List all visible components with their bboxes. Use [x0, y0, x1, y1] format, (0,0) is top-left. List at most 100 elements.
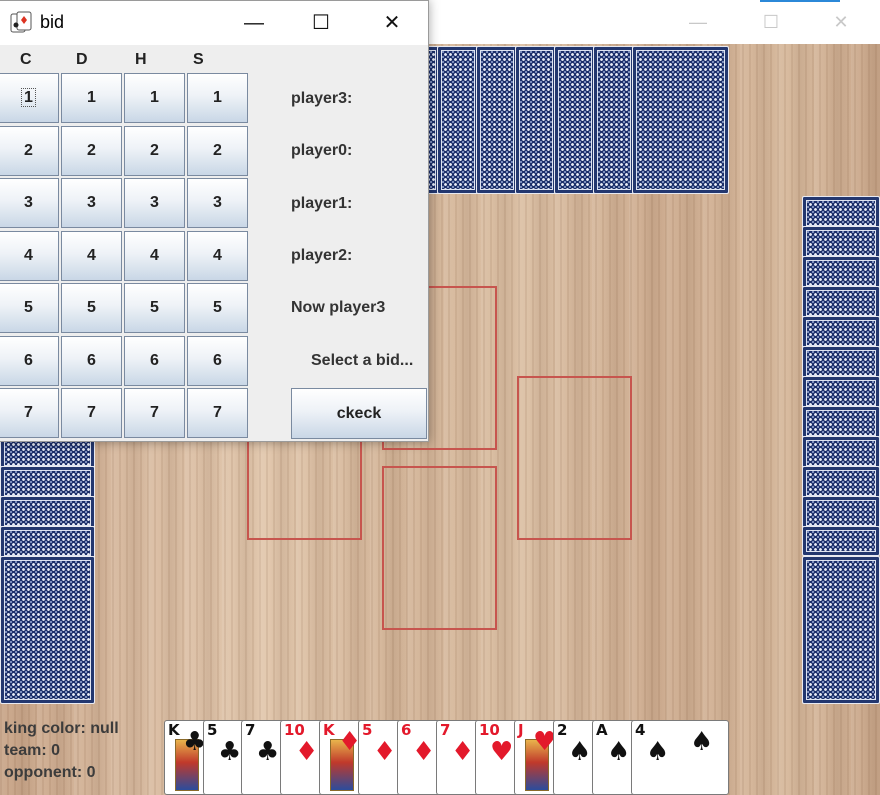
bid-button-label: 6: [87, 351, 96, 369]
main-close-button[interactable]: ✕: [826, 8, 856, 36]
bid-button-h-7[interactable]: 7: [124, 388, 185, 438]
dialog-close-button[interactable]: ✕: [376, 9, 408, 37]
bid-button-label: 4: [150, 246, 159, 264]
hand-card[interactable]: 4 ♠ ♠: [631, 720, 729, 795]
bid-button-label: 3: [87, 194, 96, 211]
bid-button-d-7[interactable]: 7: [61, 388, 122, 438]
bid-button-h-4[interactable]: 4: [124, 230, 185, 281]
card-rank: K: [323, 721, 335, 739]
bid-button-c-1[interactable]: 1: [0, 73, 59, 123]
bid-button-c-5[interactable]: 5: [0, 283, 59, 333]
card-back: [632, 46, 729, 194]
bid-dialog: bid — ☐ ✕ C D H S 1 1 1 1 2 2 2 2 3 3 3 3 4 4 4 4 5 5 5 5 6 6 6 6 7…: [0, 0, 429, 442]
bid-button-label: 6: [24, 351, 33, 369]
card-back: [802, 226, 880, 260]
bid-button-d-1[interactable]: 1: [61, 73, 122, 123]
card-back: [802, 346, 880, 380]
bid-button-label: 1: [150, 89, 159, 106]
bid-button-label: 4: [24, 246, 33, 264]
bid-button-label: 2: [213, 141, 222, 159]
card-back: [802, 466, 880, 500]
hand-card[interactable]: 6 ♦: [397, 720, 441, 795]
bid-button-d-2[interactable]: 2: [61, 125, 122, 176]
hand-card[interactable]: 5 ♦: [358, 720, 402, 795]
hand-card[interactable]: A ♠: [592, 720, 636, 795]
bid-button-label: 3: [24, 194, 33, 211]
bid-button-s-5[interactable]: 5: [187, 283, 248, 333]
bid-button-h-5[interactable]: 5: [124, 283, 185, 333]
hand-card[interactable]: 10 ♦: [280, 720, 324, 795]
bid-button-label: 2: [150, 141, 159, 159]
bid-button-s-6[interactable]: 6: [187, 335, 248, 386]
card-rank: J: [518, 721, 524, 739]
king-color-label: king color: null: [4, 720, 119, 737]
hand-card[interactable]: 10 ♥: [475, 720, 519, 795]
bid-button-h-2[interactable]: 2: [124, 125, 185, 176]
bid-button-d-5[interactable]: 5: [61, 283, 122, 333]
bid-button-label: 6: [150, 351, 159, 369]
bid-button-label: 7: [24, 404, 33, 421]
card-back: [437, 46, 479, 194]
card-back: [0, 526, 95, 560]
bid-button-h-3[interactable]: 3: [124, 178, 185, 228]
bid-button-s-4[interactable]: 4: [187, 230, 248, 281]
hand-card[interactable]: 2 ♠: [553, 720, 597, 795]
card-back: [802, 376, 880, 410]
bid-button-label: 5: [213, 299, 222, 316]
card-suit-icon: ♠: [646, 737, 670, 767]
bid-button-c-6[interactable]: 6: [0, 335, 59, 386]
card-back: [802, 556, 880, 704]
card-rank: 6: [401, 721, 412, 739]
bid-button-c-7[interactable]: 7: [0, 388, 59, 438]
card-suit-icon: ♠: [607, 737, 631, 767]
trick-slot-right: [517, 376, 632, 540]
bid-button-d-3[interactable]: 3: [61, 178, 122, 228]
bid-button-s-7[interactable]: 7: [187, 388, 248, 438]
card-back: [802, 256, 880, 290]
card-back: [802, 196, 880, 230]
dialog-maximize-button[interactable]: ☐: [305, 9, 337, 37]
bid-button-d-6[interactable]: 6: [61, 335, 122, 386]
bid-button-label: 1: [213, 89, 222, 106]
bid-button-h-6[interactable]: 6: [124, 335, 185, 386]
bid-button-label: 4: [213, 246, 222, 264]
bid-dialog-titlebar: bid — ☐ ✕: [0, 1, 428, 45]
main-minimize-button[interactable]: —: [683, 8, 713, 36]
card-back: [0, 556, 95, 704]
card-suit-icon: ♠: [690, 727, 714, 757]
bid-button-c-4[interactable]: 4: [0, 230, 59, 281]
dialog-minimize-button[interactable]: —: [238, 9, 270, 37]
bid-button-s-2[interactable]: 2: [187, 125, 248, 176]
bid-button-s-1[interactable]: 1: [187, 73, 248, 123]
card-suit-icon: ♣: [218, 737, 242, 767]
hand-card[interactable]: 7 ♣: [241, 720, 285, 795]
hand-card[interactable]: 7 ♦: [436, 720, 480, 795]
bid-button-d-4[interactable]: 4: [61, 230, 122, 281]
card-suit-icon: ♦: [373, 737, 397, 767]
bid-button-label: 5: [24, 299, 33, 316]
bid-button-c-2[interactable]: 2: [0, 125, 59, 176]
suit-header-h: H: [135, 51, 147, 68]
card-suit-icon: ♣: [256, 737, 280, 767]
trick-slot-bottom: [382, 466, 497, 630]
bid-button-label: 7: [150, 404, 159, 421]
main-maximize-button[interactable]: ☐: [756, 8, 786, 36]
card-rank: 5: [362, 721, 373, 739]
bid-button-h-1[interactable]: 1: [124, 73, 185, 123]
hand-card[interactable]: K ♣: [164, 720, 208, 795]
bid-button-c-3[interactable]: 3: [0, 178, 59, 228]
card-rank: 10: [479, 721, 500, 739]
hand-card[interactable]: K ♦: [319, 720, 363, 795]
bid-button-label: 7: [213, 404, 222, 421]
card-back: [0, 466, 95, 500]
card-back: [476, 46, 518, 194]
card-suit-icon: ♦: [451, 737, 475, 767]
bid-button-label: 2: [87, 141, 96, 159]
hand-card[interactable]: J ♥: [514, 720, 558, 795]
card-back: [802, 406, 880, 440]
bid-button-label: 7: [87, 404, 96, 421]
turn-indicator: Now player3: [291, 299, 386, 316]
bid-button-s-3[interactable]: 3: [187, 178, 248, 228]
suit-header-d: D: [76, 51, 88, 68]
check-button[interactable]: ckeck: [291, 388, 427, 439]
